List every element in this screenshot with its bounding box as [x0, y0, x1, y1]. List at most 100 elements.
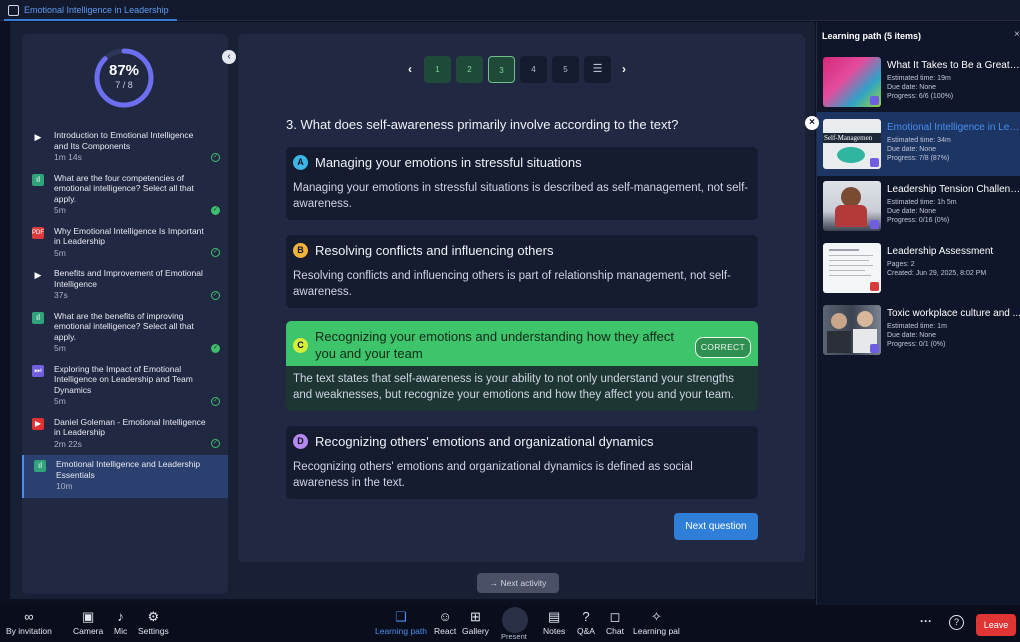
top-tab-bar: Emotional Intelligence in Leadership	[0, 0, 1020, 21]
item-pages: Pages: 2	[887, 261, 915, 268]
link-icon: ∞	[24, 609, 34, 624]
activity-item-active[interactable]: ıl Emotional Intelligence and Leadership…	[22, 455, 228, 498]
item-meta: Estimated time: 19m Due date: None Progr…	[887, 74, 953, 102]
activity-item[interactable]: PDF Why Emotional Intelligence Is Import…	[22, 222, 228, 265]
invite-button[interactable]: ∞ By invitation	[6, 608, 52, 636]
chat-button[interactable]: ◻ Chat	[606, 608, 624, 636]
activity-duration: 10m	[56, 481, 73, 491]
option-explanation: Managing your emotions in stressful situ…	[293, 182, 749, 210]
answer-option-c[interactable]: C Recognizing your emotions and understa…	[286, 321, 758, 411]
learning-path-item[interactable]: What It Takes to Be a Great L... Estimat…	[817, 50, 1020, 114]
learning-path-button[interactable]: ❑ Learning path	[375, 608, 427, 636]
learning-path-item[interactable]: Leadership Tension Challenges Estimated …	[817, 174, 1020, 238]
chat-label: Chat	[606, 626, 624, 636]
item-title: Toxic workplace culture and ...	[887, 308, 1020, 319]
settings-button[interactable]: ⚙ Settings	[138, 608, 169, 636]
check-icon: ✓	[211, 343, 220, 353]
gallery-button[interactable]: ⊞ Gallery	[462, 608, 489, 636]
answer-option-d[interactable]: D Recognizing others' emotions and organ…	[286, 426, 758, 499]
present-button[interactable]	[502, 607, 528, 633]
activity-duration: 5m	[54, 343, 66, 353]
option-explanation: The text states that self-awareness is y…	[286, 366, 758, 411]
activity-item[interactable]: ıl What are the benefits of improving em…	[22, 307, 228, 360]
progress-readout: 87% 7 / 8	[92, 62, 156, 90]
remove-item-icon[interactable]: ×	[805, 116, 819, 130]
chat-icon: ◻	[609, 609, 621, 624]
item-title: Leadership Tension Challenges	[887, 184, 1020, 195]
next-question-button[interactable]: Next question	[674, 513, 758, 540]
page-5-button[interactable]: 5	[552, 56, 579, 83]
item-progress: Progress: 0/1 (0%)	[887, 341, 946, 349]
learning-pal-button[interactable]: ✧ Learning pal	[633, 608, 680, 636]
correct-badge: CORRECT	[694, 337, 751, 358]
option-letter: B	[293, 243, 308, 258]
close-icon[interactable]: ×	[1014, 29, 1020, 40]
activity-item[interactable]: ⏭ Exploring the Impact of Emotional Inte…	[22, 360, 228, 413]
camera-icon: ▣	[81, 609, 95, 624]
youtube-icon: ▶	[32, 417, 44, 430]
item-thumbnail	[823, 305, 881, 355]
item-title: Leadership Assessment	[887, 246, 994, 257]
learning-path-title: Learning path (5 items)	[822, 31, 922, 41]
chevron-right-icon[interactable]: ›	[622, 62, 626, 76]
pdf-icon: PDF	[32, 226, 44, 239]
learning-pal-label: Learning pal	[633, 626, 680, 636]
item-thumbnail	[823, 181, 881, 231]
smile-icon: ☺	[438, 609, 452, 624]
more-button[interactable]: ···	[920, 614, 932, 628]
option-letter: D	[293, 434, 308, 449]
learning-path-panel: Learning path (5 items) × What It Takes …	[816, 22, 1020, 605]
learning-path-item[interactable]: Toxic workplace culture and ... Estimate…	[817, 298, 1020, 362]
camera-button[interactable]: ▣ Camera	[73, 608, 103, 636]
tab-emotional-intelligence[interactable]: Emotional Intelligence in Leadership	[4, 2, 177, 21]
activity-item[interactable]: ıl What are the four competencies of emo…	[22, 169, 228, 222]
activity-item[interactable]: ▶ Introduction to Emotional Intelligence…	[22, 126, 228, 169]
page-2-button[interactable]: 2	[456, 56, 483, 83]
collapse-sidebar-button[interactable]: ‹	[222, 50, 236, 64]
book-icon: ❑	[395, 609, 407, 624]
progress-percent: 87%	[108, 62, 140, 79]
option-letter: A	[293, 155, 308, 170]
sparkle-icon: ✧	[650, 609, 662, 624]
item-progress: Progress: 0/16 (0%)	[887, 217, 950, 225]
mic-button[interactable]: ♪ Mic	[114, 608, 127, 636]
progress-fraction: 7 / 8	[115, 80, 133, 90]
course-badge-icon	[870, 220, 879, 229]
video-icon: ▶	[34, 270, 42, 280]
quiz-icon: ıl	[32, 311, 44, 324]
item-meta: Estimated time: 1m Due date: None Progre…	[887, 322, 947, 350]
learning-path-item[interactable]: Leadership Assessment Pages: 2 Created: …	[817, 236, 1020, 300]
camera-label: Camera	[73, 626, 104, 636]
item-estimated-time: Estimated time: 1h 5m	[887, 199, 957, 206]
option-text: Resolving conflicts and influencing othe…	[315, 243, 554, 258]
item-thumbnail	[823, 57, 881, 107]
help-button[interactable]: ?	[949, 615, 964, 630]
page-1-button[interactable]: 1	[424, 56, 451, 83]
react-button[interactable]: ☺ React	[434, 608, 456, 636]
learning-path-item-selected[interactable]: Self-Managemen Emotional Intelligence in…	[817, 112, 1020, 176]
option-explanation: Resolving conflicts and influencing othe…	[293, 270, 731, 298]
activity-item[interactable]: ▶ Benefits and Improvement of Emotional …	[22, 264, 228, 307]
qa-button[interactable]: ? Q&A	[577, 608, 595, 636]
page-4-button[interactable]: 4	[520, 56, 547, 83]
leave-button[interactable]: Leave	[976, 614, 1016, 636]
item-estimated-time: Estimated time: 19m	[887, 75, 951, 82]
invite-label: By invitation	[6, 626, 52, 636]
notes-icon: ▤	[547, 609, 561, 624]
notes-button[interactable]: ▤ Notes	[543, 608, 565, 636]
chevron-left-icon[interactable]: ‹	[408, 62, 412, 76]
answer-option-b[interactable]: B Resolving conflicts and influencing ot…	[286, 235, 758, 308]
item-title: What It Takes to Be a Great L...	[887, 60, 1020, 71]
settings-label: Settings	[138, 626, 169, 636]
activity-item[interactable]: ▶ Daniel Goleman - Emotional Intelligenc…	[22, 413, 228, 456]
document-icon	[8, 5, 19, 16]
answer-option-a[interactable]: A Managing your emotions in stressful si…	[286, 147, 758, 220]
item-due-date: Due date: None	[887, 84, 937, 92]
activity-duration: 5m	[54, 205, 66, 215]
page-3-button[interactable]: 3	[488, 56, 515, 83]
activity-duration: 2m 22s	[54, 438, 82, 449]
next-activity-button[interactable]: → Next activity	[477, 573, 559, 593]
activity-title: Exploring the Impact of Emotional Intell…	[54, 363, 193, 395]
bottom-toolbar: ∞ By invitation ▣ Camera ♪ Mic ⚙ Setting…	[0, 605, 1020, 642]
question-list-icon[interactable]: ☰	[584, 56, 611, 83]
